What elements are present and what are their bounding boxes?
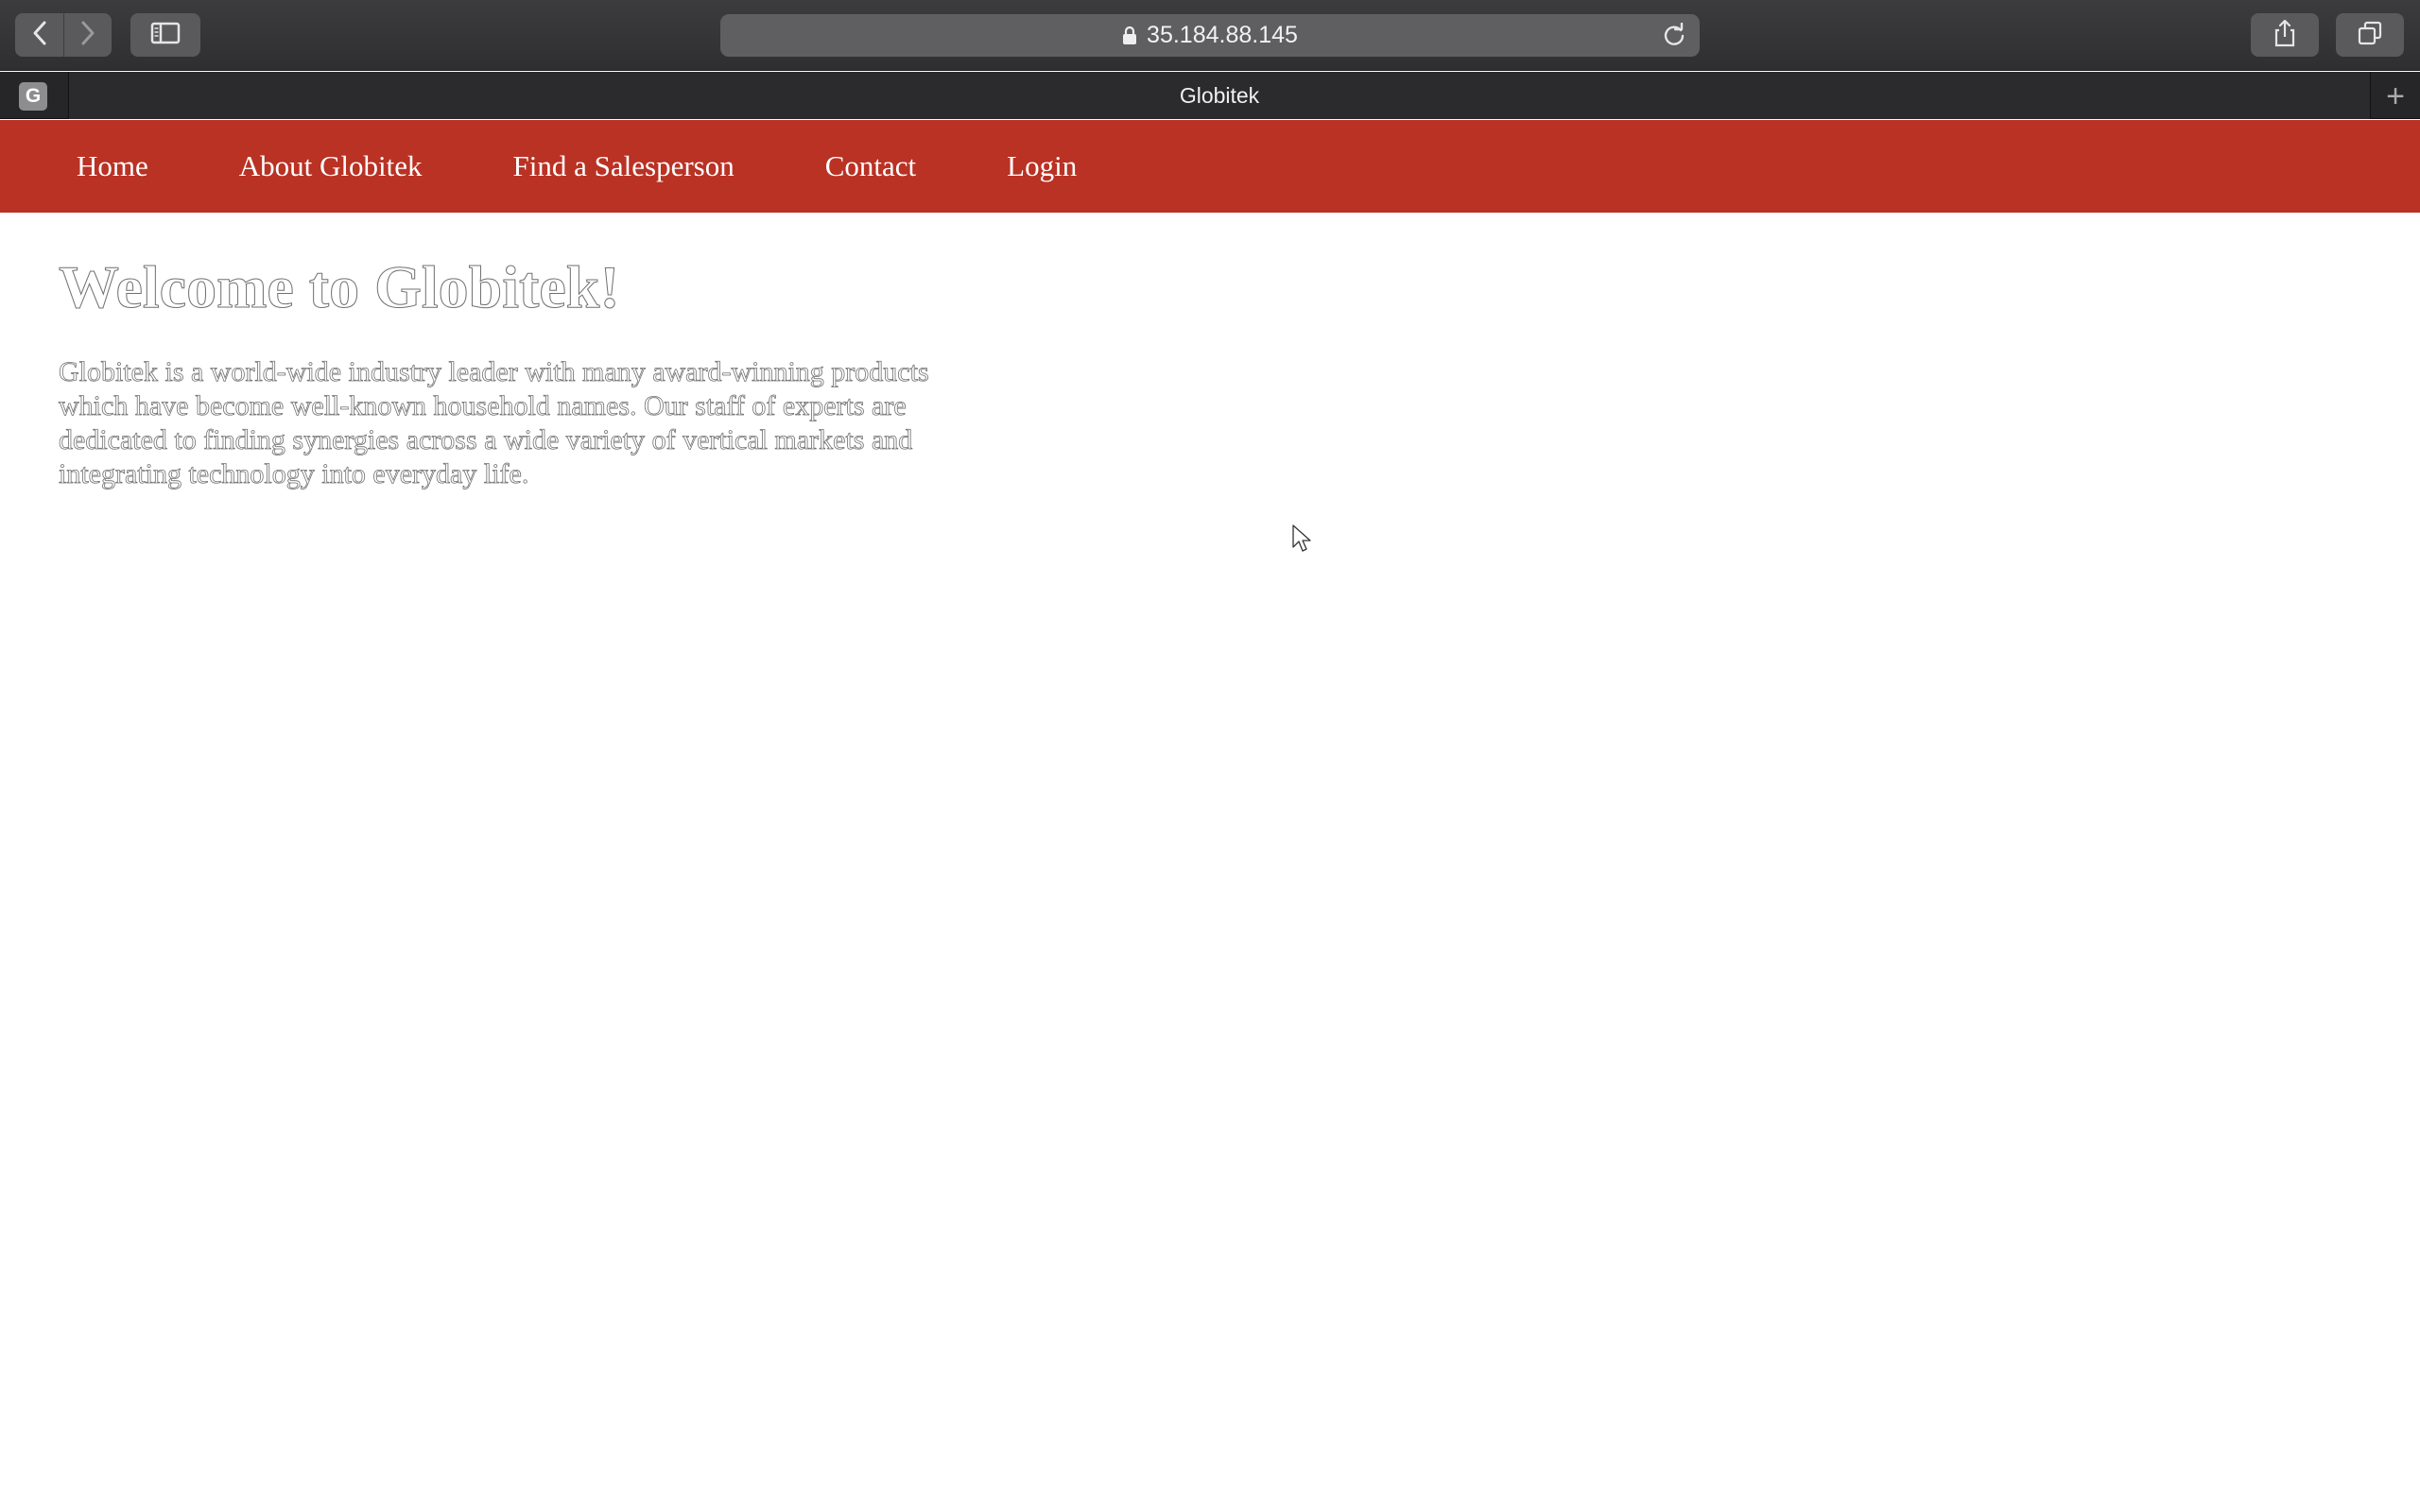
nav-find-salesperson-link[interactable]: Find a Salesperson (513, 149, 735, 183)
reload-icon[interactable] (1662, 22, 1686, 52)
sidebar-button[interactable] (130, 13, 200, 57)
url-text: 35.184.88.145 (1147, 22, 1298, 48)
tabs-overview-icon (2358, 21, 2382, 50)
browser-toolbar: 35.184.88.145 (0, 0, 2420, 71)
share-button[interactable] (2251, 13, 2319, 57)
nav-about-link[interactable]: About Globitek (239, 149, 423, 183)
back-button[interactable] (15, 13, 63, 57)
forward-button[interactable] (63, 13, 112, 57)
tab-favicon: G (19, 82, 47, 111)
nav-home-link[interactable]: Home (77, 149, 148, 183)
forward-icon (79, 20, 96, 51)
nav-login-link[interactable]: Login (1007, 149, 1077, 183)
new-tab-icon[interactable]: + (2377, 77, 2414, 115)
tab-bar: G Globitek + (0, 72, 2420, 119)
nav-contact-link[interactable]: Contact (825, 149, 916, 183)
share-icon (2273, 19, 2296, 52)
tab-globitek[interactable]: Globitek (68, 72, 2371, 119)
back-icon (31, 20, 48, 51)
sidebar-icon (150, 22, 181, 49)
history-nav-group (15, 13, 112, 57)
mouse-cursor-icon (1291, 524, 1312, 558)
tabs-overview-button[interactable] (2336, 13, 2404, 57)
address-bar[interactable]: 35.184.88.145 (720, 14, 1700, 57)
tab-title: Globitek (1179, 82, 1260, 108)
lock-icon (1122, 26, 1137, 45)
site-navbar: Home About Globitek Find a Salesperson C… (0, 120, 2420, 213)
page-title: Welcome to Globitek! (59, 253, 621, 321)
main-content: Welcome to Globitek! Globitek is a world… (59, 253, 1004, 491)
intro-paragraph: Globitek is a world-wide industry leader… (59, 356, 929, 490)
